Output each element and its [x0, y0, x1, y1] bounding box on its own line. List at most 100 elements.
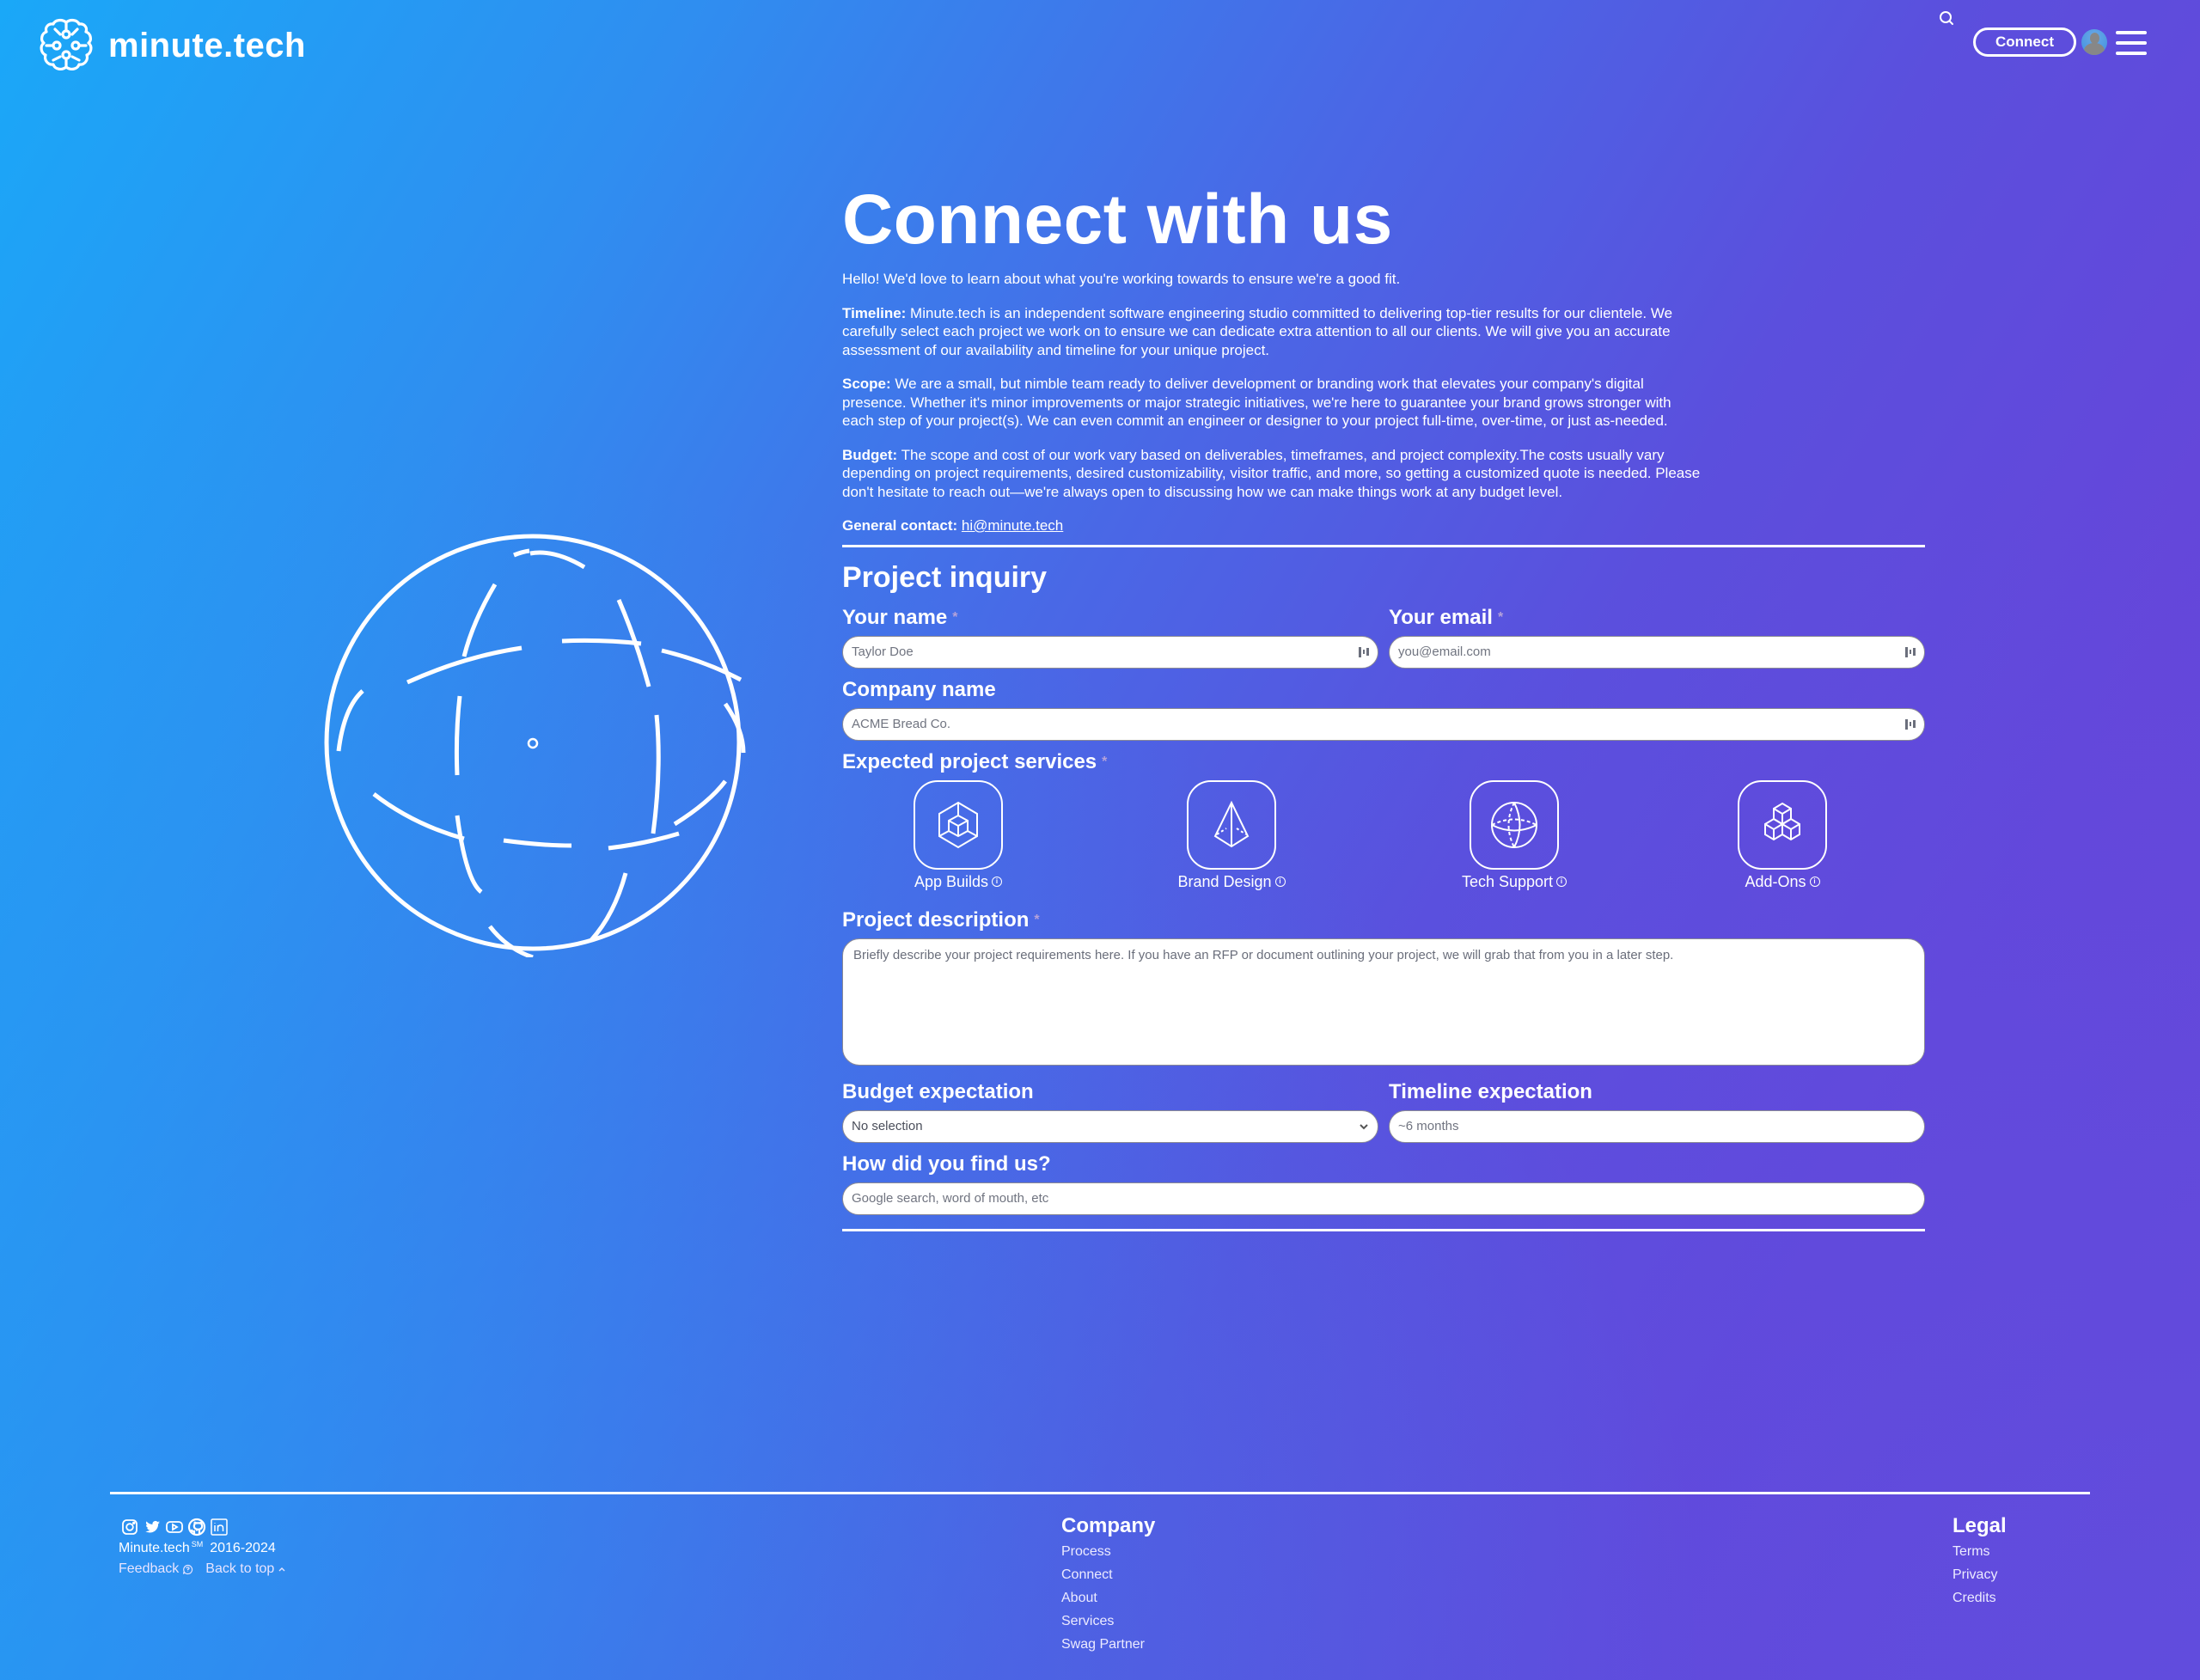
email-placeholder: you@email.com [1398, 645, 1491, 659]
pyramid-icon [1213, 800, 1250, 847]
feedback-link[interactable]: Feedback [119, 1561, 193, 1577]
description-placeholder: Briefly describe your project requiremen… [853, 947, 1674, 962]
globe-illustration [324, 534, 746, 957]
brain-logo-icon [40, 18, 93, 70]
info-icon[interactable]: i [1809, 877, 1820, 887]
linkedin-icon[interactable] [210, 1518, 229, 1536]
footer-link-services[interactable]: Services [1061, 1610, 1155, 1633]
back-to-top-link[interactable]: Back to top [205, 1561, 286, 1577]
main-content: Connect with us Hello! We'd love to lear… [842, 180, 1925, 1231]
description-label: Project description * [842, 907, 1040, 932]
footer-legal-column: Legal Terms Privacy Credits [1952, 1512, 2007, 1610]
description-textarea[interactable]: Briefly describe your project requiremen… [842, 938, 1925, 1066]
services-picker: App Builds i Brand Design i Tech Support… [842, 779, 1925, 897]
source-input[interactable]: Google search, word of mouth, etc [842, 1182, 1925, 1215]
form-end-divider [842, 1228, 1925, 1231]
service-label: Brand Design [1177, 872, 1272, 890]
globe-outline [324, 534, 742, 951]
service-label: App Builds [914, 872, 989, 890]
service-brand-design[interactable]: Brand Design i [1146, 779, 1317, 891]
timeline-text: Minute.tech is an independent software e… [842, 304, 1673, 358]
budget-selected-value: No selection [852, 1119, 923, 1133]
service-add-ons[interactable]: Add-Ons i [1696, 779, 1868, 891]
timeline-label: Timeline: [842, 304, 907, 321]
logo-link[interactable]: minute.tech [36, 15, 306, 76]
github-icon[interactable] [187, 1518, 206, 1536]
service-tech-support[interactable]: Tech Support i [1428, 779, 1600, 891]
source-placeholder: Google search, word of mouth, etc [852, 1191, 1049, 1206]
email-label: Your email * [1389, 605, 1504, 629]
source-label: How did you find us? [842, 1152, 1051, 1176]
footer-link-process[interactable]: Process [1061, 1540, 1155, 1563]
password-manager-icon[interactable] [1905, 718, 1916, 730]
instagram-icon[interactable] [120, 1518, 139, 1536]
service-app-builds[interactable]: App Builds i [872, 779, 1044, 891]
timeline-placeholder: ~6 months [1398, 1119, 1459, 1133]
service-label: Tech Support [1461, 872, 1554, 890]
timeline-paragraph: Timeline: Minute.tech is an independent … [842, 304, 1702, 360]
required-marker: * [952, 609, 958, 625]
name-label: Your name * [842, 605, 958, 629]
chevron-up-icon [278, 1567, 285, 1572]
intro-text: Hello! We'd love to learn about what you… [842, 270, 1925, 535]
footer-company-column: Company Process Connect About Services S… [1061, 1512, 1155, 1656]
info-icon[interactable]: i [992, 877, 1003, 887]
intro-paragraph: Hello! We'd love to learn about what you… [842, 271, 1401, 287]
email-input[interactable]: you@email.com [1389, 635, 1925, 669]
form-title: Project inquiry [842, 560, 1048, 594]
footer-link-swag-partner[interactable]: Swag Partner [1061, 1633, 1155, 1656]
globe-icon [1491, 801, 1537, 848]
connect-button[interactable]: Connect [1973, 27, 2076, 57]
info-icon[interactable]: i [1556, 877, 1568, 887]
company-label: Company name [842, 677, 996, 701]
contact-email-link[interactable]: hi@minute.tech [962, 517, 1063, 534]
name-input[interactable]: Taylor Doe [842, 635, 1378, 669]
footer-link-connect[interactable]: Connect [1061, 1563, 1155, 1586]
footer-link-privacy[interactable]: Privacy [1952, 1563, 2007, 1586]
footer-link-about[interactable]: About [1061, 1586, 1155, 1610]
chevron-down-icon [1360, 1123, 1368, 1129]
footer-link-credits[interactable]: Credits [1952, 1586, 2007, 1610]
timeline-label: Timeline expectation [1389, 1079, 1592, 1103]
service-mark: SM [191, 1540, 204, 1549]
youtube-icon[interactable] [165, 1518, 184, 1536]
site-header: minute.tech Connect [0, 0, 2200, 89]
footer-divider [110, 1492, 2090, 1494]
page-title: Connect with us [842, 180, 1393, 259]
search-button[interactable] [1937, 9, 1956, 27]
company-input[interactable]: ACME Bread Co. [842, 707, 1925, 741]
budget-label: Budget: [842, 446, 898, 463]
timeline-input[interactable]: ~6 months [1389, 1109, 1925, 1143]
services-label: Expected project services * [842, 749, 1108, 773]
budget-paragraph: Budget: The scope and cost of our work v… [842, 446, 1702, 502]
footer-link-terms[interactable]: Terms [1952, 1540, 2007, 1563]
name-placeholder: Taylor Doe [852, 645, 914, 659]
scope-paragraph: Scope: We are a small, but nimble team r… [842, 375, 1702, 431]
required-marker: * [1034, 912, 1040, 927]
company-placeholder: ACME Bread Co. [852, 717, 951, 731]
hamburger-icon [2116, 31, 2147, 34]
menu-button[interactable] [2116, 31, 2147, 57]
stacked-cubes-icon [1764, 802, 1800, 840]
search-icon [1940, 11, 1953, 25]
required-marker: * [1102, 754, 1108, 769]
budget-select[interactable]: No selection [842, 1109, 1378, 1143]
user-avatar[interactable] [2081, 29, 2107, 55]
project-inquiry-form: Project inquiry Your name * Taylor Doe Yo… [842, 560, 1925, 1231]
feedback-bubble-icon [183, 1564, 193, 1574]
contact-paragraph: General contact: hi@minute.tech [842, 516, 1702, 535]
password-manager-icon[interactable] [1905, 646, 1916, 658]
copyright-years: 2016-2024 [210, 1541, 276, 1555]
footer-company-heading: Company [1061, 1514, 1156, 1537]
copyright: Minute.tech SM 2016-2024 [119, 1540, 276, 1556]
scope-label: Scope: [842, 376, 891, 392]
globe-center-dot [527, 737, 539, 749]
info-icon[interactable]: i [1274, 877, 1286, 887]
twitter-icon[interactable] [143, 1518, 162, 1536]
section-divider [842, 544, 1925, 547]
required-marker: * [1497, 609, 1504, 625]
contact-label: General contact: [842, 517, 958, 534]
password-manager-icon[interactable] [1359, 646, 1370, 658]
scope-text: We are a small, but nimble team ready to… [842, 376, 1671, 429]
cube-in-hexagon-icon [938, 801, 978, 848]
